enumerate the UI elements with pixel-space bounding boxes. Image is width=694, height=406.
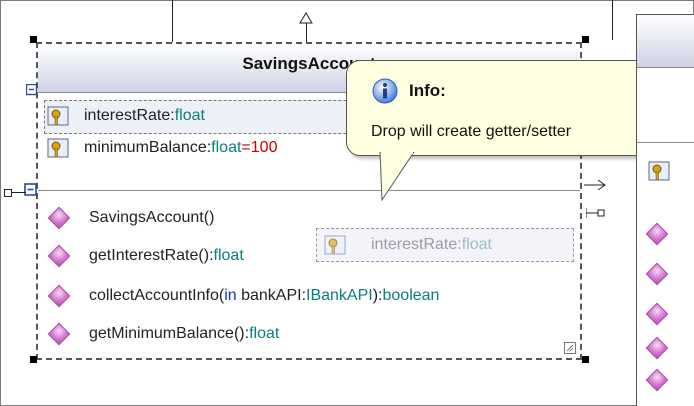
drag-ghost-name: interestRate xyxy=(371,236,458,253)
operation-diamond-icon xyxy=(47,244,71,268)
operation-diamond-icon xyxy=(645,262,669,286)
info-icon xyxy=(372,78,398,104)
class-header[interactable] xyxy=(637,14,694,68)
param-direction-keyword: in xyxy=(224,287,237,304)
generalization-arrow-icon xyxy=(299,12,313,24)
key-field-icon xyxy=(648,161,670,181)
attribute-equals: = xyxy=(241,139,251,156)
key-field-icon xyxy=(47,106,69,126)
selection-handle[interactable] xyxy=(30,356,37,363)
operation-close: ): xyxy=(372,287,383,304)
info-tooltip: Info: Drop will create getter/setter xyxy=(346,60,682,156)
key-field-icon xyxy=(324,235,346,255)
association-line-left xyxy=(172,0,173,44)
selection-handle[interactable] xyxy=(30,36,37,43)
left-connector-end xyxy=(4,189,12,197)
class-partial-right[interactable] xyxy=(636,14,694,406)
operation-row[interactable]: getInterestRate():float xyxy=(46,242,244,270)
operation-diamond-icon xyxy=(645,336,669,360)
key-field-icon xyxy=(47,138,69,158)
operation-type: boolean xyxy=(382,287,440,304)
generalization-line xyxy=(306,22,307,44)
tooltip-pointer xyxy=(379,152,415,202)
operation-type: float xyxy=(249,325,280,342)
operation-diamond-icon xyxy=(645,222,669,246)
collapse-attributes-icon[interactable] xyxy=(26,84,38,96)
operation-row[interactable]: collectAccountInfo(in bankAPI:IBankAPI):… xyxy=(46,282,439,310)
attribute-name: minimumBalance xyxy=(84,139,207,156)
tooltip-body: Drop will create getter/setter xyxy=(371,123,572,140)
operation-type: float xyxy=(213,247,244,264)
compartment-divider xyxy=(38,190,580,191)
operation-diamond-icon xyxy=(47,322,71,346)
attribute-type: float xyxy=(211,139,242,156)
drag-ghost-type: float xyxy=(461,236,492,253)
attribute-name: interestRate xyxy=(84,107,171,124)
association-end-icon xyxy=(586,208,605,218)
operation-diamond-icon xyxy=(47,284,71,308)
operation-name: collectAccountInfo( xyxy=(89,287,225,304)
operation-name: getMinimumBalance() xyxy=(89,325,245,342)
operation-row[interactable]: SavingsAccount() xyxy=(46,204,214,232)
operation-diamond-icon xyxy=(645,368,669,392)
arrow-icon xyxy=(584,179,606,191)
attribute-default: 100 xyxy=(250,139,278,156)
operation-diamond-icon xyxy=(47,206,71,230)
operation-name: getInterestRate() xyxy=(89,247,210,264)
attribute-row-interestrate[interactable]: interestRate:float xyxy=(46,102,205,130)
association-line-right xyxy=(612,0,613,40)
drag-ghost: interestRate:float xyxy=(316,228,574,262)
selection-handle[interactable] xyxy=(582,36,589,43)
attribute-row-minimumbalance[interactable]: minimumBalance:float=100 xyxy=(46,134,277,162)
compartment-divider xyxy=(637,142,694,143)
param-type: IBankAPI xyxy=(306,287,373,304)
selection-handle[interactable] xyxy=(582,356,589,363)
attribute-type: float xyxy=(174,107,205,124)
resize-grip-icon[interactable] xyxy=(564,342,576,354)
operation-name: SavingsAccount() xyxy=(89,209,215,226)
operation-diamond-icon xyxy=(645,302,669,326)
operation-row[interactable]: getMinimumBalance():float xyxy=(46,320,279,348)
tooltip-title: Info: xyxy=(409,81,446,100)
param-name: bankAPI: xyxy=(236,287,307,304)
collapse-operations-icon[interactable] xyxy=(24,183,38,197)
